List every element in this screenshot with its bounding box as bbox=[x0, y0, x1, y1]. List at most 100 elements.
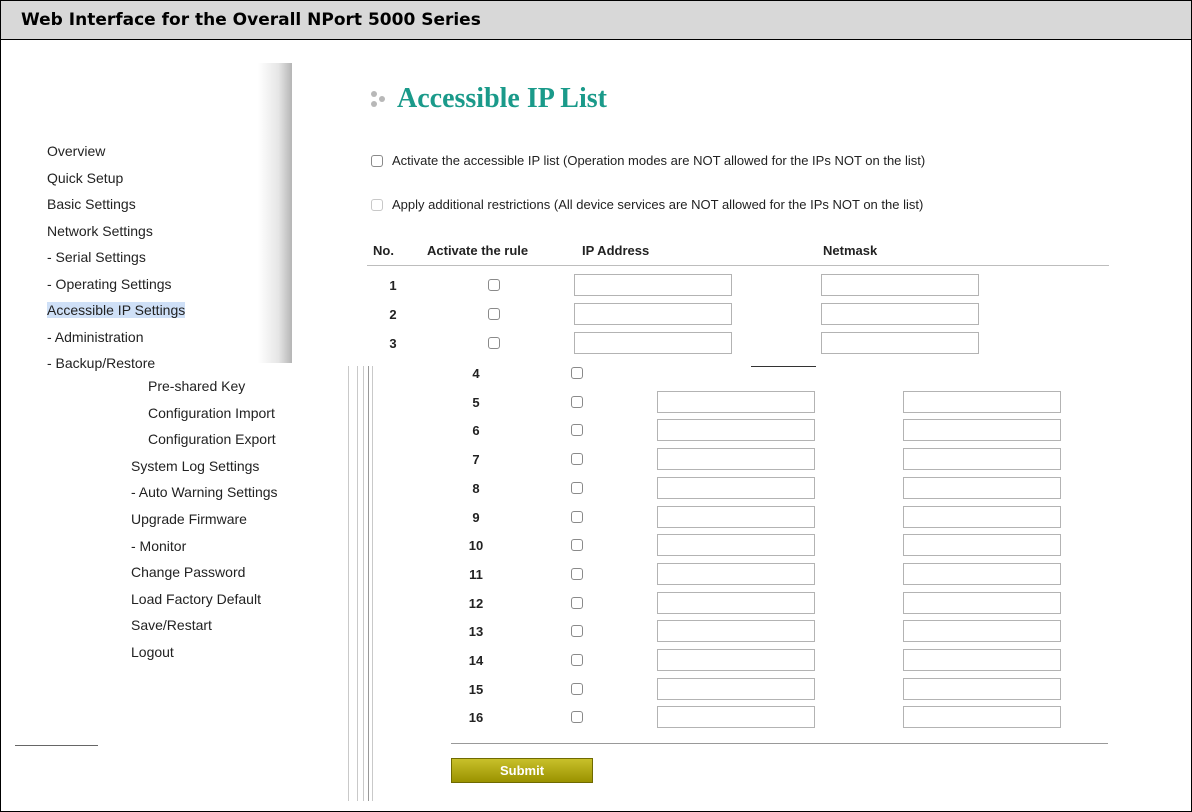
sidebar-item[interactable]: Network Settings bbox=[47, 218, 287, 245]
sidebar-item[interactable]: Save/Restart bbox=[131, 612, 351, 639]
sidebar-item[interactable]: System Log Settings bbox=[131, 453, 351, 480]
ip-address-field[interactable] bbox=[657, 448, 815, 471]
netmask-field[interactable] bbox=[821, 274, 979, 296]
row-number: 4 bbox=[472, 366, 480, 381]
sidebar-item-label: Overview bbox=[47, 143, 106, 159]
sidebar-item[interactable]: Accessible IP Settings bbox=[47, 297, 287, 324]
title-bar: Web Interface for the Overall NPort 5000… bbox=[1, 1, 1191, 40]
row-number: 3 bbox=[389, 336, 397, 351]
activate-rule-checkbox[interactable] bbox=[488, 279, 500, 291]
activate-rule-checkbox[interactable] bbox=[571, 481, 583, 494]
netmask-field[interactable] bbox=[821, 303, 979, 325]
row-number: 9 bbox=[472, 509, 480, 525]
netmask-field[interactable] bbox=[903, 390, 1061, 413]
row-number: 1 bbox=[389, 278, 397, 293]
divider bbox=[15, 745, 98, 746]
ip-address-field[interactable] bbox=[657, 534, 815, 557]
netmask-field[interactable] bbox=[903, 476, 1061, 499]
ip-address-field[interactable] bbox=[657, 505, 815, 528]
screenshot-frame: Web Interface for the Overall NPort 5000… bbox=[0, 0, 1192, 812]
ip-address-field[interactable] bbox=[657, 649, 815, 671]
row-number: 14 bbox=[468, 653, 484, 668]
sidebar-item-label: Pre-shared Key bbox=[148, 378, 246, 394]
sidebar-item[interactable]: Logout bbox=[131, 639, 351, 666]
activate-rule-checkbox[interactable] bbox=[571, 625, 583, 638]
sidebar-item-label: Configuration Export bbox=[148, 431, 276, 448]
activate-list-label: Activate the accessible IP list (Operati… bbox=[392, 153, 926, 168]
activate-rule-checkbox[interactable] bbox=[571, 596, 583, 609]
netmask-field[interactable] bbox=[903, 562, 1061, 585]
sidebar-item-label: Save/Restart bbox=[131, 617, 212, 634]
activate-rule-checkbox[interactable] bbox=[571, 539, 583, 552]
row-number: 12 bbox=[468, 595, 484, 611]
netmask-field[interactable] bbox=[903, 448, 1061, 471]
sidebar-item[interactable]: - Auto Warning Settings bbox=[131, 479, 351, 506]
ip-address-field[interactable] bbox=[574, 274, 732, 296]
ip-address-field[interactable] bbox=[657, 390, 815, 413]
ip-address-field[interactable] bbox=[657, 677, 815, 700]
activate-rule-checkbox[interactable] bbox=[571, 567, 583, 580]
activate-rule-checkbox[interactable] bbox=[571, 711, 583, 724]
sidebar-item[interactable]: Upgrade Firmware bbox=[131, 506, 351, 533]
sidebar-item[interactable]: Quick Setup bbox=[47, 165, 287, 192]
row-number: 6 bbox=[472, 423, 480, 439]
sidebar-item[interactable]: - Administration bbox=[47, 324, 287, 351]
sidebar-item[interactable]: Configuration Export bbox=[131, 426, 351, 453]
activate-rule-checkbox[interactable] bbox=[571, 367, 583, 379]
activate-rule-checkbox[interactable] bbox=[488, 337, 500, 349]
form-divider bbox=[451, 743, 1108, 744]
row-number: 8 bbox=[472, 480, 480, 496]
ip-address-field[interactable] bbox=[574, 303, 732, 325]
additional-restrictions-checkbox[interactable] bbox=[371, 198, 383, 211]
activate-rule-checkbox[interactable] bbox=[571, 424, 583, 437]
sidebar-item[interactable]: - Operating Settings bbox=[47, 271, 287, 298]
sidebar-item-label: - Administration bbox=[47, 328, 144, 345]
sidebar-item[interactable]: Overview bbox=[47, 138, 287, 165]
ip-address-field[interactable] bbox=[574, 332, 732, 354]
sidebar-item[interactable]: - Serial Settings bbox=[47, 244, 287, 271]
netmask-field[interactable] bbox=[903, 505, 1061, 528]
sidebar-item[interactable]: - Monitor bbox=[131, 533, 351, 560]
activate-rule-checkbox[interactable] bbox=[571, 510, 583, 523]
row-number: 13 bbox=[468, 624, 484, 640]
sidebar-item-label: - Monitor bbox=[131, 537, 187, 554]
ip-address-field[interactable] bbox=[657, 562, 815, 585]
sidebar-item[interactable]: Change Password bbox=[131, 559, 351, 586]
column-header-ip: IP Address bbox=[582, 243, 650, 258]
netmask-field[interactable] bbox=[903, 534, 1061, 557]
sidebar-item-label: - Auto Warning Settings bbox=[131, 484, 278, 501]
bullet-dots-icon bbox=[371, 87, 393, 111]
activate-rule-checkbox[interactable] bbox=[571, 453, 583, 466]
ip-address-field[interactable] bbox=[657, 476, 815, 499]
ip-address-field[interactable] bbox=[657, 419, 815, 442]
row-number: 2 bbox=[389, 307, 397, 322]
sidebar-item-label: Quick Setup bbox=[47, 169, 124, 186]
sidebar-item-label: Accessible IP Settings bbox=[47, 302, 186, 318]
activate-rule-checkbox[interactable] bbox=[488, 308, 500, 320]
netmask-field[interactable] bbox=[903, 419, 1061, 442]
ip-address-field[interactable] bbox=[657, 620, 815, 643]
activate-rule-checkbox[interactable] bbox=[571, 395, 583, 408]
sidebar-item-label: Network Settings bbox=[47, 222, 153, 239]
activate-rule-checkbox[interactable] bbox=[571, 682, 583, 695]
ip-address-field[interactable] bbox=[657, 706, 815, 729]
netmask-field[interactable] bbox=[903, 620, 1061, 643]
activate-list-checkbox[interactable] bbox=[371, 154, 383, 167]
sidebar-item[interactable]: Basic Settings bbox=[47, 191, 287, 218]
sidebar-item-label: - Backup/Restore bbox=[47, 355, 156, 371]
column-header-netmask: Netmask bbox=[823, 243, 878, 258]
sidebar-item-label: Upgrade Firmware bbox=[131, 510, 247, 527]
netmask-field[interactable] bbox=[821, 332, 979, 354]
netmask-field[interactable] bbox=[903, 706, 1061, 729]
netmask-field[interactable] bbox=[903, 677, 1061, 700]
activate-rule-checkbox[interactable] bbox=[571, 654, 583, 666]
ip-address-field[interactable] bbox=[657, 591, 815, 614]
column-header-no: No. bbox=[373, 243, 394, 258]
sidebar-item[interactable]: Configuration Import bbox=[131, 400, 351, 427]
sidebar-item-label: System Log Settings bbox=[131, 457, 260, 474]
sidebar-item[interactable]: Load Factory Default bbox=[131, 586, 351, 613]
netmask-field[interactable] bbox=[903, 591, 1061, 614]
netmask-field[interactable] bbox=[903, 649, 1061, 671]
submit-button[interactable]: Submit bbox=[451, 758, 593, 783]
sidebar-item[interactable]: Pre-shared Key bbox=[131, 373, 351, 400]
